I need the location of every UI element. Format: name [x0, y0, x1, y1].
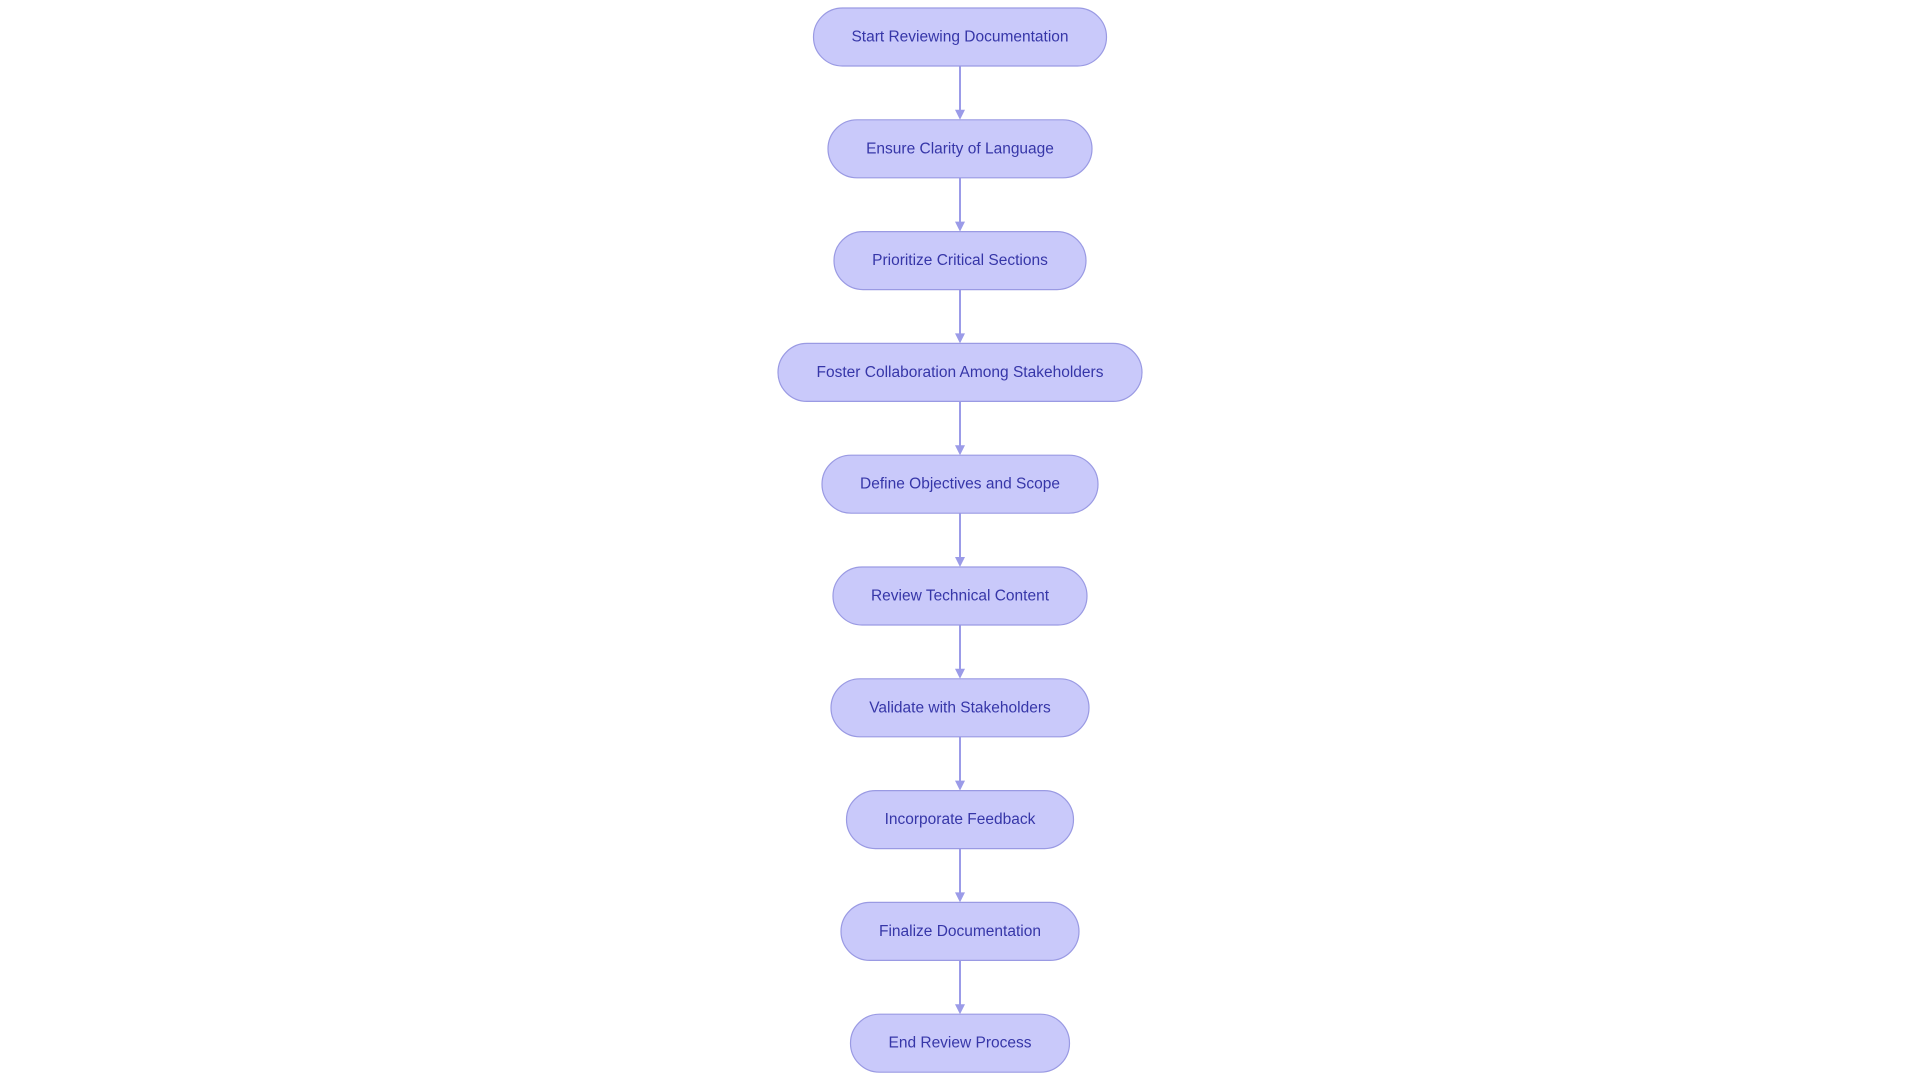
- flowchart-edge: [955, 66, 965, 120]
- flowchart-edge: [955, 177, 965, 232]
- node-label: Finalize Documentation: [879, 923, 1041, 940]
- arrowhead-icon: [955, 333, 965, 344]
- arrowhead-icon: [955, 557, 965, 567]
- flowchart-node: Prioritize Critical Sections: [833, 231, 1087, 291]
- flowchart-edge: [955, 513, 965, 567]
- node-label: End Review Process: [888, 1035, 1031, 1052]
- arrowhead-icon: [955, 1004, 965, 1015]
- node-label: Review Technical Content: [871, 588, 1050, 605]
- arrowhead-icon: [955, 109, 965, 120]
- flowchart-node: Incorporate Feedback: [845, 789, 1075, 850]
- edges-layer: [955, 66, 965, 1015]
- flowchart-node: Ensure Clarity of Language: [827, 119, 1093, 179]
- flowchart-edge: [955, 848, 965, 903]
- flowchart-node: Finalize Documentation: [840, 901, 1080, 962]
- node-label: Define Objectives and Scope: [860, 476, 1060, 493]
- flowchart-edge: [955, 289, 965, 344]
- flowchart-edge: [955, 736, 965, 791]
- node-label: Foster Collaboration Among Stakeholders: [817, 364, 1104, 381]
- arrowhead-icon: [955, 221, 965, 232]
- arrowhead-icon: [955, 892, 965, 903]
- flowchart-edge: [955, 960, 965, 1015]
- node-label: Start Reviewing Documentation: [851, 29, 1068, 46]
- flowchart-node: Start Reviewing Documentation: [812, 7, 1108, 67]
- node-label: Ensure Clarity of Language: [866, 140, 1054, 157]
- flowchart-node: End Review Process: [849, 1013, 1071, 1073]
- arrowhead-icon: [955, 445, 965, 456]
- flowchart-edge: [955, 401, 965, 456]
- arrowhead-icon: [955, 780, 965, 791]
- flowchart-node: Foster Collaboration Among Stakeholders: [777, 342, 1143, 402]
- node-label: Prioritize Critical Sections: [872, 252, 1048, 269]
- node-label: Incorporate Feedback: [885, 811, 1036, 828]
- flowchart-node: Define Objectives and Scope: [821, 454, 1099, 514]
- arrowhead-icon: [955, 668, 965, 679]
- node-label: Validate with Stakeholders: [869, 699, 1051, 716]
- flowchart-node: Review Technical Content: [832, 566, 1088, 626]
- flowchart-edge: [955, 625, 965, 679]
- flowchart-diagram: Start Reviewing Documentation Ensure Clar…: [777, 7, 1143, 1073]
- flowchart-node: Validate with Stakeholders: [830, 678, 1090, 738]
